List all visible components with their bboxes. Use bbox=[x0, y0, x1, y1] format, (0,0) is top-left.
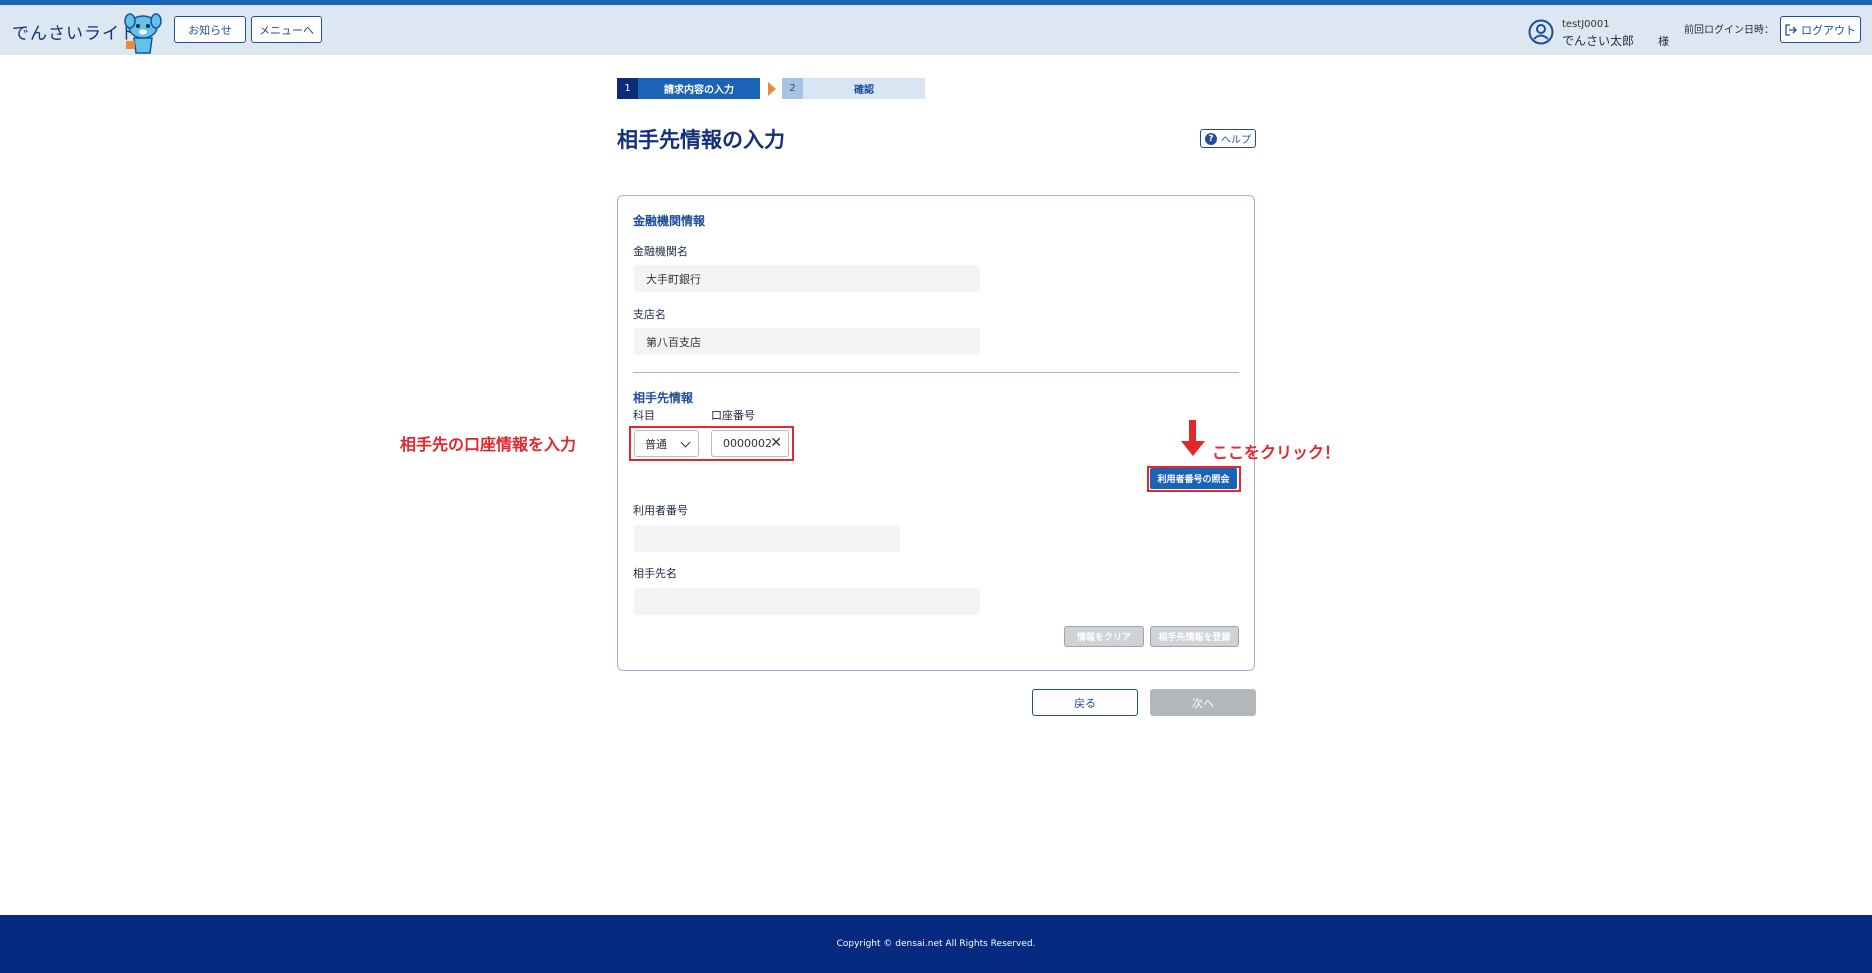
step-arrow bbox=[768, 82, 776, 96]
annotation-arrow-down-icon bbox=[1181, 441, 1205, 456]
account-type-label: 科目 bbox=[633, 409, 655, 422]
section-divider bbox=[633, 372, 1239, 373]
mascot-logo-icon bbox=[124, 13, 162, 54]
step-1-label: 請求内容の入力 bbox=[638, 78, 760, 99]
step-2-number: 2 bbox=[782, 78, 803, 99]
app-header: でんさいライト お知らせ メニューへ testJ0001 でんさい太郎 様 前回… bbox=[0, 5, 1872, 55]
step-1-number: 1 bbox=[617, 78, 638, 99]
back-button[interactable]: 戻る bbox=[1032, 689, 1138, 716]
help-label: ヘルプ bbox=[1221, 135, 1251, 146]
footer: Copyright © densai.net All Rights Reserv… bbox=[0, 915, 1872, 973]
clear-info-button[interactable]: 情報をクリア bbox=[1064, 626, 1144, 647]
branch-field: 第八百支店 bbox=[634, 328, 980, 355]
highlight-box-account bbox=[629, 426, 794, 461]
next-button[interactable]: 次へ bbox=[1150, 689, 1256, 716]
annotation-arrow-shaft bbox=[1189, 420, 1196, 442]
notice-button[interactable]: お知らせ bbox=[174, 16, 246, 43]
logout-button[interactable]: ログアウト bbox=[1780, 16, 1861, 43]
copyright-text: Copyright © densai.net All Rights Reserv… bbox=[836, 939, 1036, 949]
partner-name-label: 相手先名 bbox=[633, 567, 677, 580]
bank-name-label: 金融機関名 bbox=[633, 245, 688, 258]
annotation-right-note: ここをクリック！ bbox=[1212, 443, 1341, 462]
honorific: 様 bbox=[1658, 35, 1669, 48]
help-button[interactable]: ? ヘルプ bbox=[1200, 129, 1256, 148]
logout-label: ログアウト bbox=[1801, 23, 1856, 37]
register-partner-button[interactable]: 相手先情報を登録 bbox=[1150, 626, 1239, 647]
branch-label: 支店名 bbox=[633, 308, 666, 321]
help-icon: ? bbox=[1205, 132, 1217, 145]
page-title: 相手先情報の入力 bbox=[617, 128, 785, 152]
last-login-label: 前回ログイン日時： bbox=[1684, 25, 1774, 36]
logout-icon bbox=[1785, 23, 1797, 36]
menu-button[interactable]: メニューへ bbox=[251, 16, 322, 43]
partner-info-title: 相手先情報 bbox=[633, 391, 694, 405]
user-name: でんさい太郎 bbox=[1562, 34, 1635, 48]
step-2-label: 確認 bbox=[803, 78, 925, 99]
user-icon bbox=[1528, 19, 1554, 45]
user-number-label: 利用者番号 bbox=[633, 504, 688, 517]
user-id: testJ0001 bbox=[1562, 19, 1610, 30]
account-number-label: 口座番号 bbox=[711, 409, 755, 422]
highlight-box-lookup bbox=[1147, 466, 1241, 492]
user-number-field bbox=[634, 525, 900, 552]
partner-name-field bbox=[634, 588, 980, 615]
bank-name-field: 大手町銀行 bbox=[634, 265, 980, 292]
annotation-left-note: 相手先の口座情報を入力 bbox=[400, 435, 577, 454]
bank-info-title: 金融機関情報 bbox=[633, 214, 706, 228]
app-logo-text[interactable]: でんさいライト bbox=[12, 19, 138, 44]
